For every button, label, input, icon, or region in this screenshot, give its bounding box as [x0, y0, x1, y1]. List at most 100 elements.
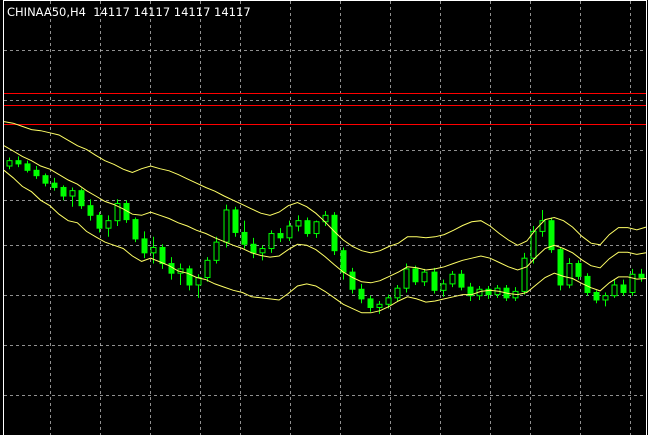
candle-body: [33, 169, 40, 177]
candle: [620, 279, 627, 296]
candle-body: [6, 160, 13, 167]
candle-body: [638, 273, 645, 278]
candle: [87, 199, 94, 221]
candle-body: [521, 257, 528, 292]
candle: [105, 215, 112, 237]
candle: [114, 199, 121, 227]
candle-body: [575, 263, 582, 277]
candle-body: [557, 249, 564, 286]
candle-body: [15, 160, 22, 165]
candle: [358, 283, 365, 304]
candle: [51, 177, 58, 191]
candle-body: [259, 248, 266, 254]
candle-body: [268, 233, 275, 250]
candle: [96, 212, 103, 233]
candle-body: [223, 209, 230, 243]
candle-body: [431, 271, 438, 291]
candle-body: [440, 283, 447, 291]
candle-body: [611, 284, 618, 297]
candle: [232, 206, 239, 237]
candle-body: [105, 220, 112, 229]
candle-body: [150, 246, 157, 254]
candle-body: [458, 273, 465, 288]
candle: [15, 156, 22, 168]
candle-body: [213, 241, 220, 261]
candle-body: [232, 209, 239, 233]
candle: [611, 279, 618, 298]
candle-body: [51, 182, 58, 188]
candle: [141, 231, 148, 259]
candle-body: [367, 298, 374, 308]
candle: [159, 244, 166, 269]
candle: [340, 247, 347, 280]
candle-body: [340, 250, 347, 273]
candle: [69, 187, 76, 207]
candle: [584, 273, 591, 296]
candle: [367, 295, 374, 312]
candle: [60, 185, 67, 201]
candle: [593, 290, 600, 304]
candle-body: [42, 175, 49, 184]
candle: [521, 252, 528, 295]
candle-body: [313, 221, 320, 235]
chart-window[interactable]: CHINAA50,H4 14117 14117 14117 14117: [0, 0, 648, 435]
candle-body: [96, 214, 103, 229]
candle: [467, 282, 474, 302]
candle-body: [593, 291, 600, 301]
candle: [223, 204, 230, 248]
candle-body: [87, 205, 94, 216]
candle-body: [629, 273, 636, 293]
candle: [78, 188, 85, 209]
candle: [449, 271, 456, 288]
candle-body: [421, 271, 428, 283]
candle-body: [620, 284, 627, 293]
candle-body: [566, 263, 573, 286]
candle: [204, 257, 211, 282]
candle: [213, 236, 220, 264]
candle-body: [295, 220, 302, 227]
candle-body: [204, 259, 211, 278]
candle: [33, 166, 40, 179]
candle: [557, 247, 564, 291]
candle-body: [304, 220, 311, 235]
candle-body: [60, 186, 67, 197]
candle: [295, 215, 302, 232]
candle-body: [349, 271, 356, 290]
candle-body: [449, 273, 456, 285]
candle-body: [394, 287, 401, 299]
candle-body: [584, 275, 591, 293]
candle: [638, 268, 645, 282]
candle-body: [186, 268, 193, 286]
price-chart[interactable]: [0, 0, 648, 435]
candle: [431, 267, 438, 294]
candle: [539, 209, 546, 237]
candle: [566, 258, 573, 289]
candle: [24, 160, 31, 173]
candle: [250, 237, 257, 259]
candle-body: [24, 163, 31, 171]
candle: [376, 301, 383, 314]
candle: [241, 220, 248, 249]
candle: [349, 267, 356, 294]
candle: [575, 260, 582, 280]
candle: [421, 268, 428, 287]
candle-body: [78, 190, 85, 207]
candle-body: [403, 268, 410, 289]
candle-body: [602, 295, 609, 301]
candle: [277, 228, 284, 243]
candle: [313, 220, 320, 238]
candle-body: [241, 231, 248, 245]
candle: [132, 217, 139, 243]
candle: [268, 230, 275, 253]
candle: [186, 265, 193, 291]
candle: [548, 217, 555, 253]
candle-body: [412, 268, 419, 283]
candle: [394, 284, 401, 302]
candle: [259, 245, 266, 261]
candle-body: [250, 243, 257, 254]
candle: [177, 263, 184, 285]
candle-body: [69, 190, 76, 197]
candle: [42, 173, 49, 187]
candle-body: [141, 238, 148, 254]
candle-body: [132, 219, 139, 240]
